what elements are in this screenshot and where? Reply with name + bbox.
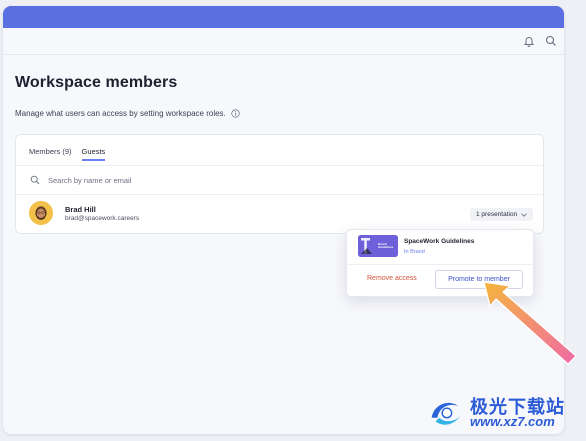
search-bar [16, 166, 543, 195]
tab-guests[interactable]: Guests [81, 147, 106, 161]
tab-members[interactable]: Members (9) [29, 147, 72, 161]
page-subtitle: Manage what users can access by setting … [15, 109, 240, 118]
chevron-down-icon [521, 212, 527, 217]
user-name: Brad Hill [65, 205, 96, 214]
app-header-bar [3, 6, 564, 28]
remove-access-button[interactable]: Remove access [367, 275, 417, 282]
bell-icon[interactable] [522, 34, 536, 48]
search-icon [30, 175, 40, 185]
page-title: Workspace members [15, 74, 178, 91]
watermark-logo-icon [431, 402, 461, 425]
search-icon[interactable] [544, 34, 558, 48]
app-window: Workspace members Manage what users can … [3, 6, 564, 434]
pointer-arrow-graphic [483, 281, 577, 365]
thumbnail-label: Brand Guidelines [378, 242, 394, 249]
toolbar [3, 28, 564, 55]
info-icon[interactable] [231, 109, 240, 118]
presentations-dropdown[interactable]: 1 presentation [470, 208, 534, 221]
watermark-url: www.xz7.com [470, 414, 555, 429]
presentations-label: 1 presentation [476, 211, 518, 218]
popover-divider [347, 264, 533, 265]
presentation-thumbnail: Brand Guidelines [358, 235, 398, 257]
table-row[interactable]: Brad Hill brad@spacework.careers 1 prese… [16, 195, 543, 231]
user-email: brad@spacework.careers [65, 215, 140, 222]
members-card: Members (9) Guests Brad [15, 134, 544, 234]
search-input[interactable] [46, 174, 350, 186]
subtitle-text: Manage what users can access by setting … [15, 109, 226, 118]
avatar [29, 201, 53, 225]
presentation-location: In Brand [404, 249, 425, 255]
tab-bar: Members (9) Guests [29, 147, 106, 161]
presentation-title[interactable]: SpaceWork Guidelines [404, 238, 474, 245]
